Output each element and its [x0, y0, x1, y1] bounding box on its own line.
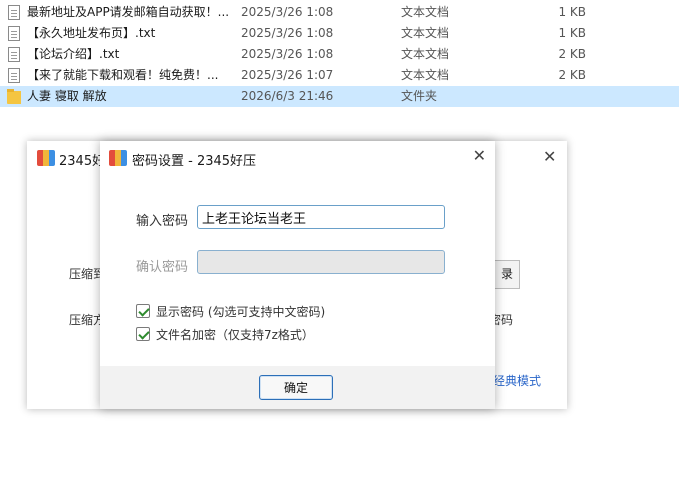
text-file-icon [7, 5, 21, 21]
file-date: 2025/3/26 1:08 [241, 5, 334, 19]
file-type: 文本文档 [401, 47, 450, 61]
app-logo-icon [109, 150, 127, 166]
show-password-checkbox[interactable] [136, 304, 150, 318]
file-name: 【永久地址发布页】.txt [27, 26, 156, 40]
file-size: 1 KB [558, 26, 586, 40]
password-label: 输入密码 [136, 214, 189, 229]
file-name: 【论坛介绍】.txt [27, 47, 120, 61]
file-date: 2025/3/26 1:08 [241, 47, 334, 61]
file-type: 文本文档 [401, 68, 450, 82]
show-password-label: 显示密码 (勾选可支持中文密码) [156, 305, 326, 319]
encrypt-filenames-checkbox[interactable] [136, 327, 150, 341]
text-file-icon [7, 47, 21, 63]
password-dialog: 密码设置 - 2345好压 ✕ 输入密码 确认密码 显示密码 (勾选可支持中文密… [100, 141, 495, 409]
file-row[interactable]: 【来了就能下载和观看！纯免费！... 2025/3/26 1:07 文本文档 2… [0, 65, 679, 86]
file-type: 文本文档 [401, 5, 450, 19]
file-date: 2025/3/26 1:08 [241, 26, 334, 40]
classic-mode-link[interactable]: 经典模式 [493, 372, 541, 389]
file-row[interactable]: 【永久地址发布页】.txt 2025/3/26 1:08 文本文档 1 KB [0, 23, 679, 44]
password-input[interactable] [197, 205, 445, 229]
app-logo-icon [37, 150, 55, 166]
file-type: 文件夹 [401, 89, 438, 103]
file-size: 1 KB [558, 5, 586, 19]
file-date: 2026/6/3 21:46 [241, 89, 334, 103]
text-file-icon [7, 26, 21, 42]
dialog-titlebar[interactable]: 密码设置 - 2345好压 ✕ [100, 141, 495, 175]
file-row-selected[interactable]: 人妻 寝取 解放 2026/6/3 21:46 文件夹 [0, 86, 679, 107]
close-icon[interactable]: ✕ [473, 147, 486, 165]
file-type: 文本文档 [401, 26, 450, 40]
file-name: 人妻 寝取 解放 [27, 89, 107, 103]
file-row[interactable]: 【论坛介绍】.txt 2025/3/26 1:08 文本文档 2 KB [0, 44, 679, 65]
folder-icon [7, 89, 21, 105]
file-name: 最新地址及APP请发邮箱自动获取！... [27, 5, 230, 19]
ok-button[interactable]: 确定 [259, 375, 333, 400]
encrypt-filenames-label: 文件名加密（仅支持7z格式） [156, 328, 314, 342]
file-list: 最新地址及APP请发邮箱自动获取！... 2025/3/26 1:08 文本文档… [0, 2, 679, 107]
text-file-icon [7, 68, 21, 84]
file-size: 2 KB [558, 68, 586, 82]
dialog-title: 密码设置 - 2345好压 [132, 154, 257, 169]
file-row[interactable]: 最新地址及APP请发邮箱自动获取！... 2025/3/26 1:08 文本文档… [0, 2, 679, 23]
file-size: 2 KB [558, 47, 586, 61]
confirm-password-input[interactable] [197, 250, 445, 274]
compress-window-title: 2345好 [59, 154, 106, 169]
file-date: 2025/3/26 1:07 [241, 68, 334, 82]
file-name: 【来了就能下载和观看！纯免费！... [27, 68, 219, 82]
dialog-footer: 确定 [100, 366, 495, 409]
confirm-password-label: 确认密码 [136, 260, 189, 275]
close-icon[interactable]: ✕ [543, 147, 556, 166]
